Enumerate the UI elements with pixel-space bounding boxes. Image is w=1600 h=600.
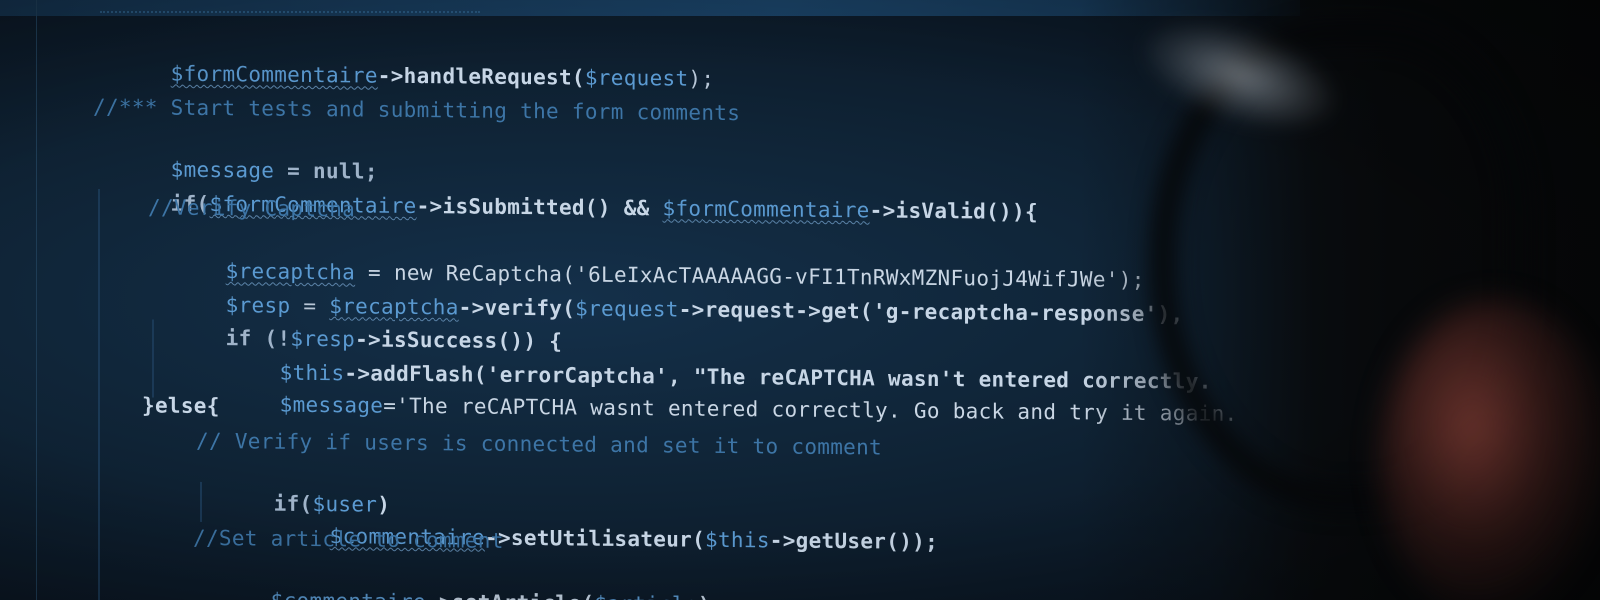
code-text: ->request->get('g-recaptcha-response'), (678, 297, 1184, 327)
code-line: $message = null; (93, 124, 378, 184)
code-comment: // Verify if users is connected and set … (196, 428, 882, 460)
code-line: $recaptcha = new ReCaptcha('6LeIxAcTAAAA… (148, 225, 1145, 292)
code-text: ->isValid()){ (869, 198, 1038, 224)
code-line: $commentaire->setUtilisateur($this->getU… (252, 490, 938, 554)
indent-guide (98, 188, 100, 600)
code-line: if (!$resp->isSuccess()) { (148, 292, 563, 353)
code-variable: $commentaire (271, 589, 426, 600)
code-variable: $formCommentaire (170, 61, 378, 88)
code-comment: //Set article to comment (193, 525, 504, 553)
code-text: ->isSubmitted() && (416, 193, 663, 221)
code-line: $formCommentaire->handleRequest($request… (93, 28, 715, 91)
code-comment: //Verify Captcha (148, 195, 356, 222)
code-variable: $this (705, 527, 770, 553)
code-variable: $request (584, 65, 689, 91)
code-line: $commentaire->setArticle($article); (193, 555, 724, 600)
code-line: }else{ (142, 393, 220, 419)
code-text: ->getUser()); (769, 528, 939, 555)
code-text: ->setUtilisateur( (485, 525, 706, 552)
code-line: if($formCommentaire->isSubmitted() && $f… (93, 158, 1038, 224)
code-variable: $article (594, 592, 698, 600)
code-comment: //*** Start tests and submitting the for… (93, 94, 741, 126)
code-variable: $formCommentaire (662, 196, 870, 223)
code-variable: $message (279, 392, 384, 418)
code-text: ->handleRequest( (377, 63, 585, 90)
code-text: ->setArticle( (426, 590, 594, 600)
code-text: ); (698, 593, 724, 600)
code-variable: $request (575, 296, 679, 322)
code-text: ='The reCAPTCHA wasnt entered correctly.… (383, 393, 1238, 426)
code-screen-photo: $formCommentaire->handleRequest($request… (0, 0, 1600, 600)
code-text: ); (688, 66, 715, 91)
code-editor: $formCommentaire->handleRequest($request… (0, 0, 1600, 600)
code-line: if($user) (196, 458, 391, 517)
